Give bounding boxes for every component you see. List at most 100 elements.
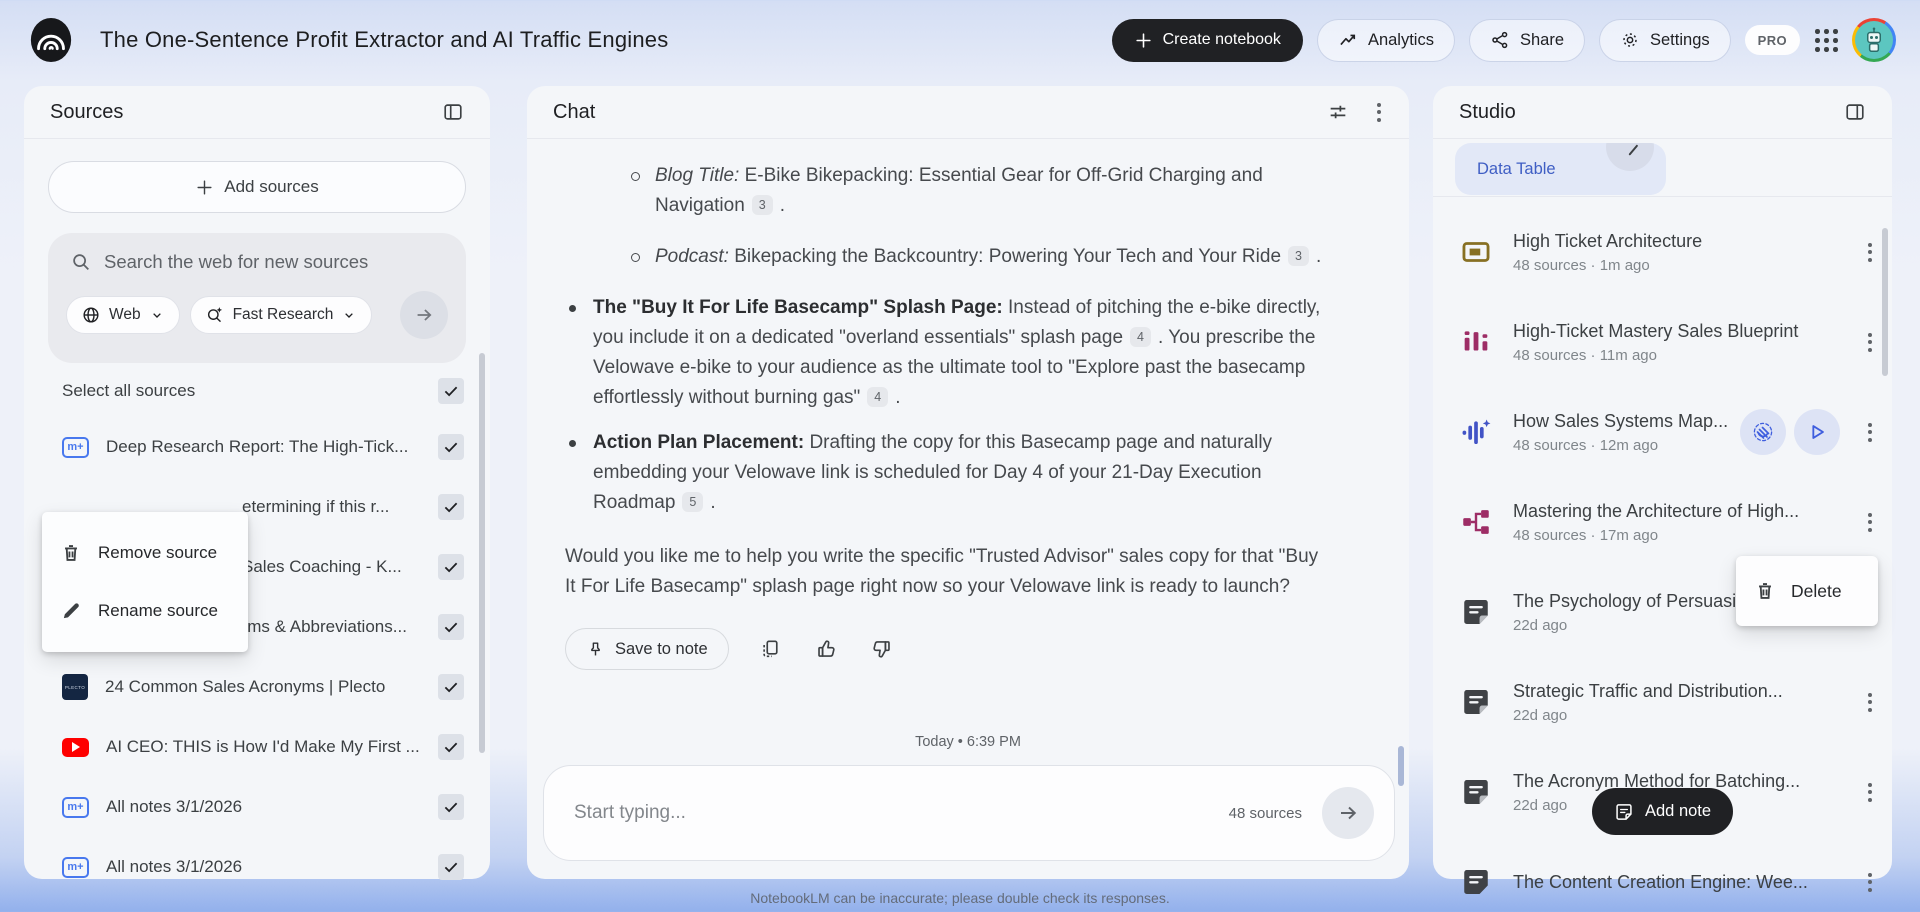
flashcards-icon bbox=[1459, 235, 1493, 269]
studio-panel: Studio Data Table High Ticket Architectu… bbox=[1433, 86, 1892, 895]
citation-chip[interactable]: 3 bbox=[751, 195, 773, 215]
analytics-button[interactable]: Analytics bbox=[1316, 18, 1455, 62]
search-icon bbox=[70, 251, 92, 273]
notebook-title[interactable]: The One-Sentence Profit Extractor and AI… bbox=[100, 27, 668, 53]
source-row[interactable]: m+ All notes 3/1/2026 bbox=[48, 845, 466, 889]
search-submit-button[interactable] bbox=[400, 291, 448, 339]
studio-scrollbar[interactable] bbox=[1882, 228, 1888, 376]
citation-chip[interactable]: 4 bbox=[1130, 327, 1152, 347]
sparkle-search-icon bbox=[205, 305, 225, 325]
chat-bullet: Action Plan Placement: Drafting the copy… bbox=[565, 428, 1333, 518]
avatar[interactable] bbox=[1852, 18, 1896, 62]
mindmap-icon bbox=[1459, 505, 1493, 539]
source-checkbox[interactable] bbox=[438, 794, 464, 820]
source-row[interactable]: AI CEO: THIS is How I'd Make My First ..… bbox=[48, 725, 466, 769]
source-row[interactable]: m+ All notes 3/1/2026 bbox=[48, 785, 466, 829]
google-apps-grid-icon[interactable] bbox=[1814, 28, 1838, 52]
chat-panel-header: Chat bbox=[527, 86, 1409, 139]
studio-item-menu-icon[interactable] bbox=[1862, 237, 1878, 268]
source-checkbox[interactable] bbox=[438, 734, 464, 760]
pin-icon bbox=[586, 640, 605, 659]
source-checkbox[interactable] bbox=[438, 854, 464, 880]
analytics-icon bbox=[1338, 30, 1358, 50]
studio-item[interactable]: Mastering the Architecture of High... 48… bbox=[1459, 477, 1878, 567]
send-message-button[interactable] bbox=[1322, 787, 1374, 839]
data-table-tile[interactable]: Data Table bbox=[1455, 143, 1666, 195]
thumbs-down-icon[interactable] bbox=[867, 634, 897, 664]
chat-message-area: Blog Title: E-Bike Bikepacking: Essentia… bbox=[527, 139, 1409, 670]
note-icon bbox=[1459, 595, 1493, 629]
studio-item-audio-overview[interactable]: How Sales Systems Map... 48 sources · 12… bbox=[1459, 387, 1878, 477]
chat-panel-title: Chat bbox=[553, 100, 596, 123]
studio-item-menu-icon[interactable] bbox=[1862, 777, 1878, 808]
chevron-down-icon bbox=[341, 307, 357, 323]
create-notebook-button[interactable]: Create notebook bbox=[1111, 18, 1303, 62]
source-row[interactable]: PLECTO 24 Common Sales Acronyms | Plecto bbox=[48, 665, 466, 709]
studio-tiles-row: Data Table bbox=[1433, 139, 1892, 197]
collapse-sources-panel-icon[interactable] bbox=[438, 97, 468, 127]
play-audio-button[interactable] bbox=[1794, 409, 1840, 455]
report-chart-icon bbox=[1459, 325, 1493, 359]
source-checkbox[interactable] bbox=[438, 614, 464, 640]
chat-closing-question: Would you like me to help you write the … bbox=[565, 546, 1319, 597]
search-row[interactable]: Search the web for new sources bbox=[66, 251, 448, 273]
source-checkbox[interactable] bbox=[438, 554, 464, 580]
audio-waveform-icon bbox=[1459, 415, 1493, 449]
plus-icon bbox=[195, 178, 214, 197]
interactive-mode-button[interactable] bbox=[1740, 409, 1786, 455]
note-icon bbox=[1614, 802, 1634, 822]
source-row[interactable]: m+ Deep Research Report: The High-Tick..… bbox=[48, 425, 466, 469]
chat-settings-sliders-icon[interactable] bbox=[1323, 97, 1353, 127]
chat-date-divider: Today • 6:39 PM bbox=[915, 734, 1021, 750]
source-checkbox[interactable] bbox=[438, 434, 464, 460]
plus-icon bbox=[1134, 31, 1153, 50]
chat-more-menu-icon[interactable] bbox=[1371, 97, 1387, 128]
citation-chip[interactable]: 5 bbox=[682, 492, 704, 512]
studio-item-menu-icon[interactable] bbox=[1862, 327, 1878, 358]
plecto-favicon: PLECTO bbox=[62, 674, 88, 700]
add-sources-button[interactable]: Add sources bbox=[48, 161, 466, 213]
studio-item-menu-icon[interactable] bbox=[1862, 687, 1878, 718]
sources-scrollbar[interactable] bbox=[479, 353, 485, 753]
remove-source-menu-item[interactable]: Remove source bbox=[42, 524, 248, 582]
web-filter-dropdown[interactable]: Web bbox=[66, 296, 180, 334]
search-input[interactable]: Search the web for new sources bbox=[104, 251, 368, 273]
select-all-label: Select all sources bbox=[62, 381, 196, 400]
chat-input[interactable] bbox=[556, 802, 1229, 824]
research-mode-dropdown[interactable]: Fast Research bbox=[189, 296, 373, 334]
edit-tile-button[interactable] bbox=[1606, 143, 1654, 171]
studio-item[interactable]: Strategic Traffic and Distribution... 22… bbox=[1459, 657, 1878, 747]
rename-source-menu-item[interactable]: Rename source bbox=[42, 582, 248, 640]
trash-icon bbox=[60, 542, 82, 564]
sources-panel: Sources Add sources Search the web for n… bbox=[24, 86, 490, 880]
chat-panel: Chat Blog Title: E-Bike Bikepacking: Ess… bbox=[527, 86, 1409, 879]
studio-item-menu-icon[interactable] bbox=[1862, 417, 1878, 448]
select-all-checkbox[interactable] bbox=[438, 378, 464, 404]
share-button[interactable]: Share bbox=[1468, 18, 1585, 62]
settings-button[interactable]: Settings bbox=[1599, 18, 1731, 62]
notebooklm-doc-icon: m+ bbox=[62, 796, 89, 818]
copy-icon[interactable] bbox=[755, 634, 785, 664]
citation-chip[interactable]: 3 bbox=[1288, 246, 1310, 266]
studio-item[interactable]: High-Ticket Mastery Sales Blueprint 48 s… bbox=[1459, 297, 1878, 387]
youtube-icon bbox=[62, 737, 89, 757]
collapse-studio-panel-icon[interactable] bbox=[1840, 97, 1870, 127]
notebooklm-doc-icon: m+ bbox=[62, 856, 89, 878]
source-checkbox[interactable] bbox=[438, 674, 464, 700]
disclaimer-text: NotebookLM can be inaccurate; please dou… bbox=[750, 890, 1170, 906]
chat-sub-bullet: Blog Title: E-Bike Bikepacking: Essentia… bbox=[627, 161, 1333, 221]
notebooklm-logo-icon[interactable] bbox=[28, 17, 74, 63]
add-note-button[interactable]: Add note bbox=[1592, 788, 1734, 835]
studio-item-menu-icon[interactable] bbox=[1862, 507, 1878, 538]
source-checkbox[interactable] bbox=[438, 494, 464, 520]
studio-item[interactable]: High Ticket Architecture 48 sources · 1m… bbox=[1459, 207, 1878, 297]
chat-scrollbar[interactable] bbox=[1398, 746, 1404, 786]
save-to-note-button[interactable]: Save to note bbox=[565, 628, 729, 670]
pro-badge: PRO bbox=[1744, 25, 1800, 55]
thumbs-up-icon[interactable] bbox=[811, 634, 841, 664]
chat-sub-bullet: Podcast: Bikepacking the Backcountry: Po… bbox=[627, 242, 1333, 272]
delete-menu-item[interactable]: Delete bbox=[1736, 556, 1878, 626]
chat-bullet: The "Buy It For Life Basecamp" Splash Pa… bbox=[565, 293, 1333, 413]
avatar-image bbox=[1855, 21, 1893, 59]
citation-chip[interactable]: 4 bbox=[867, 387, 889, 407]
